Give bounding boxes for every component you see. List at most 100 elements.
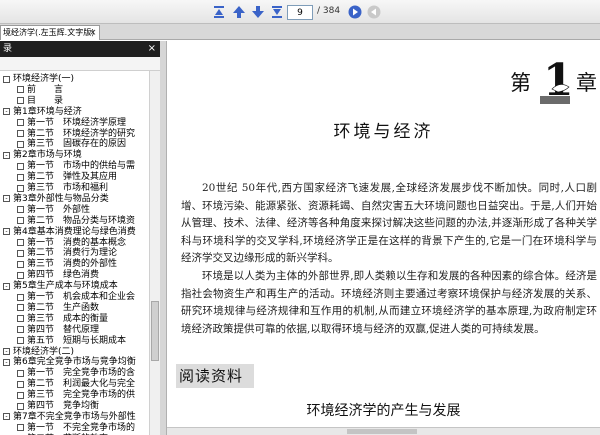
chapter-suffix: 章: [576, 71, 597, 95]
toc-chapter-item[interactable]: - 第3章外部性与物品分类: [3, 194, 109, 204]
bookmark-icon: [17, 391, 24, 399]
bookmark-icon: [17, 239, 24, 246]
bookmark-icon: [17, 315, 24, 323]
toc-chapter-item[interactable]: - 第1章环境与经济: [3, 107, 82, 117]
document-tab-bar: 境经济学(.左玉辉.文字版) ×: [0, 24, 600, 40]
sidebar-close-icon[interactable]: ×: [148, 41, 156, 57]
expand-toggle-icon[interactable]: -: [3, 358, 10, 366]
bookmark-icon: [17, 337, 24, 345]
toc-item-label: 第一节 外部性: [27, 204, 91, 215]
expand-toggle-icon[interactable]: -: [3, 108, 10, 116]
next-page-icon[interactable]: [250, 4, 266, 20]
toc-chapter-item[interactable]: - 第4章基本消费理论与绿色消费: [3, 227, 136, 237]
toc-section-item[interactable]: 第三节 固碳存在的原因: [17, 139, 126, 149]
toc-item-label: 环境经济学(二): [13, 346, 75, 357]
toc-section-item[interactable]: 第二节 物品分类与环境资: [17, 216, 135, 226]
expand-toggle-icon[interactable]: [3, 75, 10, 83]
expand-toggle-icon[interactable]: -: [3, 195, 10, 203]
toc-item-label: 第一节 完全竞争市场的含: [27, 368, 136, 379]
bookmark-icon: [17, 173, 24, 181]
reading-section-heading: 阅读资料: [176, 364, 254, 388]
toc-section-item[interactable]: 第三节 完全竞争市场的供: [17, 390, 135, 400]
expand-toggle-icon[interactable]: -: [3, 348, 10, 355]
toc-section-item[interactable]: 第五节 短期与长期成本: [17, 336, 126, 346]
sidebar-scroll-thumb[interactable]: [151, 301, 159, 361]
toc-item-label: 第四节 绿色消费: [27, 270, 100, 281]
toc-section-item[interactable]: 第二节 生产函数: [17, 303, 99, 313]
document-tab-title: 境经济学(.左玉辉.文字版): [3, 28, 95, 37]
toc-section-item[interactable]: 第一节 市场中的供给与需: [17, 161, 135, 171]
toc-chapter-item[interactable]: - 第6章完全竞争市场与竞争均衡: [3, 357, 136, 367]
toc-section-item[interactable]: 第三节 成本的衡量: [17, 314, 108, 324]
toc-item-label: 第四节 替代原理: [27, 324, 100, 335]
toc-chapter-item[interactable]: 环境经济学(一): [3, 74, 74, 84]
bookmark-icon: [17, 380, 24, 388]
toc-item-label: 第二节 环境经济学的研究: [27, 128, 136, 139]
toc-section-item[interactable]: 第四节 绿色消费: [17, 270, 99, 280]
toc-section-item[interactable]: 第一节 不完全竞争市场的: [17, 423, 135, 433]
toc-item-label: 第一节 机会成本和企业会: [27, 292, 136, 302]
toc-section-item[interactable]: 第一节 机会成本和企业会: [17, 292, 135, 302]
toc-chapter-item[interactable]: - 第5章生产成本与环境成本: [3, 281, 118, 291]
toc-section-item[interactable]: 第一节 外部性: [17, 205, 90, 215]
toc-item-label: 第6章完全竞争市场与竞争均衡: [13, 357, 136, 368]
bookmark-icon: [17, 119, 24, 127]
toc-item-label: 第二节 生产函数: [27, 302, 100, 313]
bookmark-icon: [17, 86, 24, 94]
toc-item-label: 第二节 消费行为理论: [27, 248, 118, 259]
toc-section-item[interactable]: 第三节 市场和福利: [17, 183, 108, 193]
toc-item-label: 第三节 完全竞争市场的供: [27, 390, 136, 401]
bookmark-icon: [17, 217, 24, 225]
toc-section-item[interactable]: 第二节 环境经济学的研究: [17, 129, 135, 139]
toc-section-item[interactable]: 第一节 消费的基本概念: [17, 238, 126, 248]
toc-section-item[interactable]: 目 录: [17, 96, 63, 106]
toc-section-item[interactable]: 第三节 消费的外部性: [17, 259, 117, 269]
bookmark-icon: [17, 304, 24, 312]
panel-splitter[interactable]: [160, 41, 167, 435]
expand-toggle-icon[interactable]: -: [3, 413, 10, 421]
toc-item-label: 第四节 竞争均衡: [27, 401, 100, 411]
toc-chapter-item[interactable]: - 第2章市场与环境: [3, 150, 82, 160]
sidebar-scrollbar[interactable]: [149, 71, 160, 435]
page-number-input[interactable]: [287, 5, 313, 20]
sidebar-header: 录 ×: [0, 41, 160, 57]
first-page-icon[interactable]: [211, 4, 227, 20]
bookmark-icon: [17, 162, 24, 170]
toc-section-item[interactable]: 第二节 利润最大化与完全: [17, 379, 135, 389]
tab-close-icon[interactable]: ×: [89, 28, 97, 38]
toc-section-item[interactable]: 第一节 环境经济学原理: [17, 118, 126, 128]
toc-chapter-item[interactable]: - 第7章不完全竞争市场与外部性: [3, 412, 136, 422]
expand-toggle-icon[interactable]: -: [3, 282, 10, 290]
bookmark-icon: [17, 369, 24, 377]
toc-section-item[interactable]: 第二节 弹性及其应用: [17, 172, 117, 182]
toc-section-item[interactable]: 第二节 消费行为理论: [17, 248, 117, 258]
bookmark-icon: [17, 271, 24, 279]
horizontal-scrollbar[interactable]: [167, 427, 600, 435]
toc-item-label: 环境经济学(一): [13, 74, 75, 84]
toc-chapter-item[interactable]: - 环境经济学(二): [3, 347, 74, 357]
go-forward-icon[interactable]: [347, 4, 363, 20]
last-page-icon[interactable]: [269, 4, 285, 20]
expand-toggle-icon[interactable]: -: [3, 228, 10, 236]
toc-section-item[interactable]: 前 言: [17, 85, 63, 95]
document-page: 第 1 章 环境与经济 20世纪 50年代,西方国家经济飞速发展,全球经济发展步…: [167, 41, 600, 427]
toc-item-label: 第2章市场与环境: [13, 150, 82, 161]
chapter-number-graphic: 1: [540, 55, 572, 105]
toc-section-item[interactable]: 第四节 替代原理: [17, 325, 99, 335]
document-tab[interactable]: 境经济学(.左玉辉.文字版) ×: [0, 25, 100, 40]
horizontal-scroll-thumb[interactable]: [347, 429, 417, 434]
reading-title: 环境经济学的产生与发展: [306, 403, 461, 419]
toc-item-label: 第三节 成本的衡量: [27, 313, 109, 324]
bookmark-icon: [17, 184, 24, 192]
expand-toggle-icon[interactable]: -: [3, 151, 10, 159]
toc-section-item[interactable]: 第四节 竞争均衡: [17, 401, 99, 411]
previous-page-icon[interactable]: [231, 4, 247, 20]
toc-item-label: 第三节 消费的外部性: [27, 259, 118, 270]
bookmark-icon: [17, 402, 24, 410]
toolbar: / 384: [0, 0, 600, 24]
bookmark-icon: [17, 326, 24, 334]
go-back-icon[interactable]: [366, 4, 382, 20]
bookmarks-sidebar: 录 × 环境经济学(一) 前 言目 录 - 第1章环境与经济 第一节 环境经济学原理 第二…: [0, 41, 160, 435]
toc-section-item[interactable]: 第一节 完全竞争市场的含: [17, 368, 135, 378]
bookmark-icon: [17, 206, 24, 214]
